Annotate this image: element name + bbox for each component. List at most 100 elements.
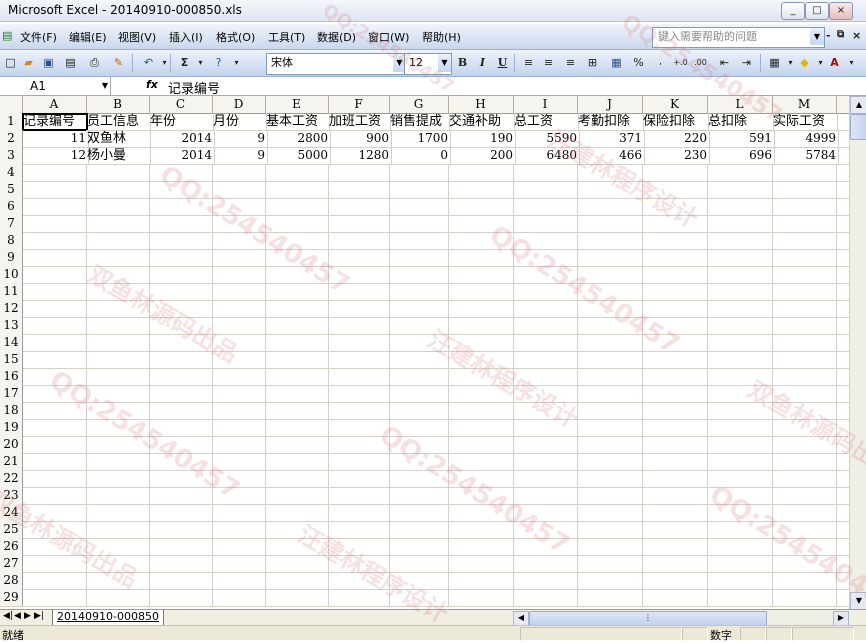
cell-a2[interactable]: 11 — [22, 130, 89, 148]
cell-l24[interactable] — [707, 504, 773, 522]
cell-l25[interactable] — [707, 521, 773, 539]
cell-j28[interactable] — [577, 572, 643, 590]
vertical-scrollbar[interactable]: ▲ ▼ — [849, 96, 866, 609]
save-icon[interactable]: ▣ — [40, 54, 57, 71]
cell-c11[interactable] — [149, 283, 213, 301]
column-header-m[interactable]: M — [772, 96, 837, 113]
cell-j5[interactable] — [577, 181, 643, 199]
cell-e3[interactable]: 5000 — [265, 147, 331, 165]
cell-d27[interactable] — [212, 555, 266, 573]
cell-b1[interactable]: 员工信息 — [86, 113, 151, 131]
cell-i28[interactable] — [513, 572, 578, 590]
cell-g18[interactable] — [389, 402, 449, 420]
cell-partial[interactable] — [836, 249, 850, 267]
cell-b15[interactable] — [86, 351, 150, 369]
menu-help[interactable]: 帮助(H) — [422, 29, 461, 45]
cell-c26[interactable] — [149, 538, 213, 556]
cell-i7[interactable] — [513, 215, 578, 233]
cell-l17[interactable] — [707, 385, 773, 403]
cell-k5[interactable] — [642, 181, 708, 199]
cell-d28[interactable] — [212, 572, 266, 590]
cell-f2[interactable]: 900 — [328, 130, 392, 148]
cell-m19[interactable] — [772, 419, 837, 437]
cell-partial[interactable] — [836, 147, 850, 165]
cell-m14[interactable] — [772, 334, 837, 352]
cell-i12[interactable] — [513, 300, 578, 318]
autosum-icon[interactable]: Σ — [176, 54, 193, 71]
cell-f12[interactable] — [328, 300, 390, 318]
cell-c6[interactable] — [149, 198, 213, 216]
cell-b13[interactable] — [86, 317, 150, 335]
cell-g11[interactable] — [389, 283, 449, 301]
cell-b24[interactable] — [86, 504, 150, 522]
mdi-restore-icon[interactable]: ⧉ — [837, 29, 844, 40]
cell-m29[interactable] — [772, 589, 837, 607]
cell-k9[interactable] — [642, 249, 708, 267]
cell-e23[interactable] — [265, 487, 329, 505]
cell-a18[interactable] — [22, 402, 87, 420]
print-icon[interactable]: ⎙ — [86, 54, 103, 71]
cell-j2[interactable]: 371 — [577, 130, 645, 148]
cell-j8[interactable] — [577, 232, 643, 250]
row-header-18[interactable]: 18 — [0, 402, 23, 420]
cell-m6[interactable] — [772, 198, 837, 216]
cell-m26[interactable] — [772, 538, 837, 556]
cell-a11[interactable] — [22, 283, 87, 301]
row-header-23[interactable]: 23 — [0, 487, 23, 505]
cell-m24[interactable] — [772, 504, 837, 522]
cell-m17[interactable] — [772, 385, 837, 403]
cell-m18[interactable] — [772, 402, 837, 420]
undo-icon[interactable]: ↶ — [140, 54, 157, 71]
cell-e27[interactable] — [265, 555, 329, 573]
cell-e19[interactable] — [265, 419, 329, 437]
cell-k22[interactable] — [642, 470, 708, 488]
italic-button[interactable]: I — [474, 54, 491, 71]
cell-d3[interactable]: 9 — [212, 147, 268, 165]
menu-insert[interactable]: 插入(I) — [169, 29, 203, 45]
cell-j26[interactable] — [577, 538, 643, 556]
cell-h23[interactable] — [448, 487, 514, 505]
row-header-20[interactable]: 20 — [0, 436, 23, 454]
cell-m9[interactable] — [772, 249, 837, 267]
cell-a8[interactable] — [22, 232, 87, 250]
cell-l15[interactable] — [707, 351, 773, 369]
cell-k1[interactable]: 保险扣除 — [642, 113, 709, 131]
cell-i16[interactable] — [513, 368, 578, 386]
cell-k6[interactable] — [642, 198, 708, 216]
cell-c21[interactable] — [149, 453, 213, 471]
cell-b27[interactable] — [86, 555, 150, 573]
bold-button[interactable]: B — [454, 54, 471, 71]
cell-c9[interactable] — [149, 249, 213, 267]
maximize-button[interactable]: □ — [805, 2, 829, 20]
cell-partial[interactable] — [836, 113, 850, 131]
cell-partial[interactable] — [836, 419, 850, 437]
cell-partial[interactable] — [836, 436, 850, 454]
chevron-down-icon[interactable]: ▾ — [192, 54, 209, 71]
cell-k10[interactable] — [642, 266, 708, 284]
cell-d13[interactable] — [212, 317, 266, 335]
cell-a7[interactable] — [22, 215, 87, 233]
cell-f14[interactable] — [328, 334, 390, 352]
row-header-5[interactable]: 5 — [0, 181, 23, 199]
cell-f13[interactable] — [328, 317, 390, 335]
cell-partial[interactable] — [836, 487, 850, 505]
worksheet-grid[interactable]: ABCDEFGHIJKLM 1记录编号员工信息年份月份基本工资加班工资销售提成交… — [0, 96, 866, 609]
cell-h2[interactable]: 190 — [448, 130, 516, 148]
horizontal-scrollbar[interactable]: ◀ ⋮ ▶ — [513, 611, 849, 625]
cell-g12[interactable] — [389, 300, 449, 318]
cell-b3[interactable]: 杨小曼 — [86, 147, 151, 165]
cell-l28[interactable] — [707, 572, 773, 590]
cell-d25[interactable] — [212, 521, 266, 539]
cell-a29[interactable] — [22, 589, 87, 607]
cell-d12[interactable] — [212, 300, 266, 318]
cell-c22[interactable] — [149, 470, 213, 488]
prev-sheet-icon[interactable]: ◀ — [14, 611, 21, 621]
cell-l10[interactable] — [707, 266, 773, 284]
cell-g21[interactable] — [389, 453, 449, 471]
currency-icon[interactable]: ▦ — [608, 54, 625, 71]
cell-b9[interactable] — [86, 249, 150, 267]
cell-partial[interactable] — [836, 538, 850, 556]
cell-k7[interactable] — [642, 215, 708, 233]
cell-j4[interactable] — [577, 164, 643, 182]
cell-i18[interactable] — [513, 402, 578, 420]
